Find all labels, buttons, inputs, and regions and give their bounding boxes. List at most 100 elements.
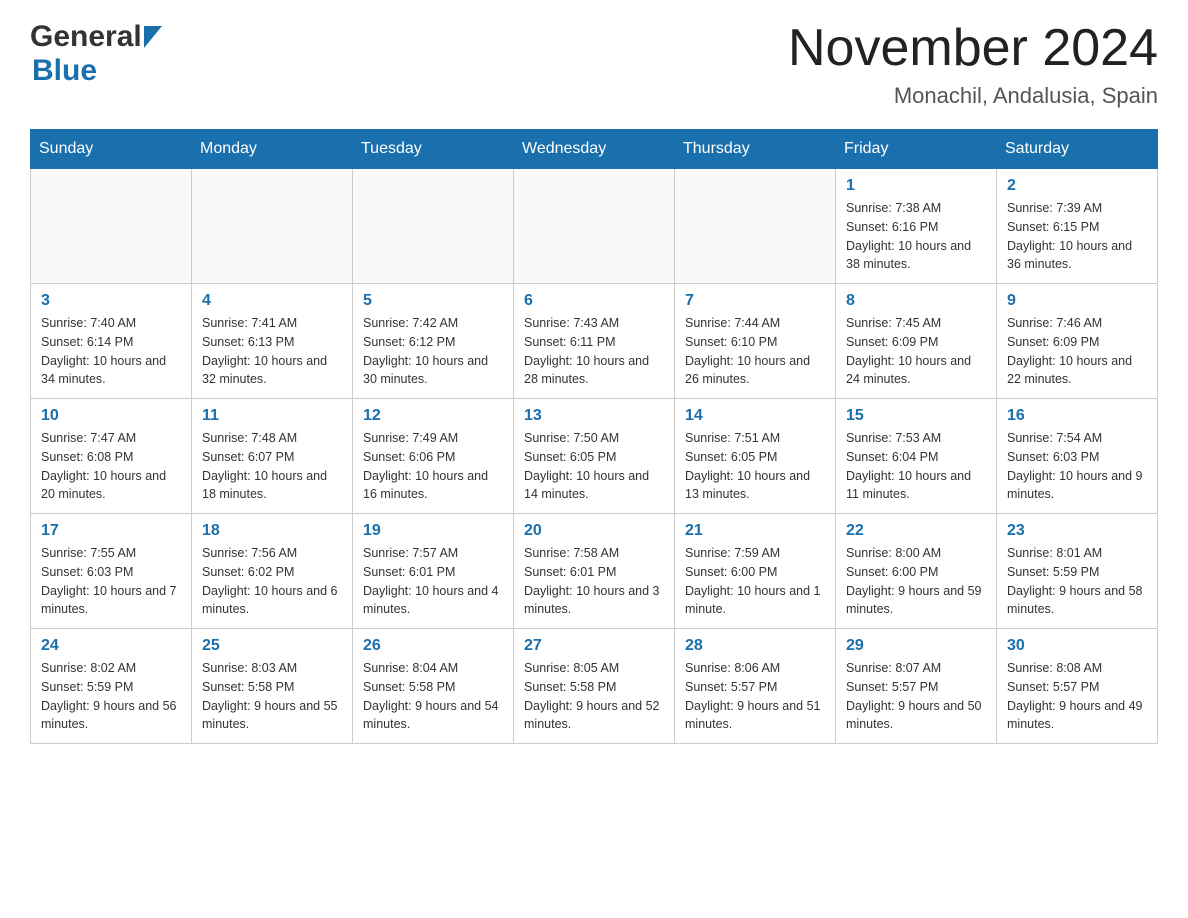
calendar-cell — [675, 169, 836, 284]
calendar-cell: 1 Sunrise: 7:38 AM Sunset: 6:16 PM Daylig… — [836, 169, 997, 284]
day-info: Sunrise: 7:50 AM Sunset: 6:05 PM Dayligh… — [524, 429, 664, 504]
weekday-header-friday: Friday — [836, 130, 997, 169]
logo-triangle-icon — [144, 26, 162, 48]
calendar-cell: 10Sunrise: 7:47 AM Sunset: 6:08 PM Dayli… — [31, 399, 192, 514]
calendar-cell: 4 Sunrise: 7:41 AM Sunset: 6:13 PM Daylig… — [192, 284, 353, 399]
day-number: 30 — [1007, 637, 1147, 655]
day-info: Sunrise: 8:02 AM Sunset: 5:59 PM Dayligh… — [41, 659, 181, 734]
calendar-cell: 9 Sunrise: 7:46 AM Sunset: 6:09 PM Daylig… — [997, 284, 1158, 399]
weekday-header-saturday: Saturday — [997, 130, 1158, 169]
day-number: 27 — [524, 637, 664, 655]
calendar-cell: 11 Sunrise: 7:48 AM Sunset: 6:07 PM Dayli… — [192, 399, 353, 514]
day-number: 12 — [363, 407, 503, 425]
day-number: 17 — [41, 522, 181, 540]
calendar-cell: 29 Sunrise: 8:07 AM Sunset: 5:57 PM Dayli… — [836, 629, 997, 744]
day-number: 19 — [363, 522, 503, 540]
title-block: November 2024 Monachil, Andalusia, Spain — [788, 20, 1158, 109]
day-info: Sunrise: 7:51 AM Sunset: 6:05 PM Dayligh… — [685, 429, 825, 504]
calendar-cell: 23 Sunrise: 8:01 AM Sunset: 5:59 PM Dayli… — [997, 514, 1158, 629]
day-number: 18 — [202, 522, 342, 540]
calendar-cell: 15 Sunrise: 7:53 AM Sunset: 6:04 PM Dayli… — [836, 399, 997, 514]
day-info: Sunrise: 8:01 AM Sunset: 5:59 PM Dayligh… — [1007, 544, 1147, 619]
calendar-cell: 18 Sunrise: 7:56 AM Sunset: 6:02 PM Dayli… — [192, 514, 353, 629]
day-number: 8 — [846, 292, 986, 310]
day-info: Sunrise: 7:59 AM Sunset: 6:00 PM Dayligh… — [685, 544, 825, 619]
day-number: 2 — [1007, 177, 1147, 195]
calendar-cell: 16 Sunrise: 7:54 AM Sunset: 6:03 PM Dayli… — [997, 399, 1158, 514]
day-info: Sunrise: 8:04 AM Sunset: 5:58 PM Dayligh… — [363, 659, 503, 734]
day-info: Sunrise: 7:55 AM Sunset: 6:03 PM Dayligh… — [41, 544, 181, 619]
day-info: Sunrise: 7:40 AM Sunset: 6:14 PM Dayligh… — [41, 314, 181, 389]
calendar-cell: 17 Sunrise: 7:55 AM Sunset: 6:03 PM Dayli… — [31, 514, 192, 629]
day-number: 26 — [363, 637, 503, 655]
day-number: 13 — [524, 407, 664, 425]
day-number: 10 — [41, 407, 181, 425]
logo: General Blue — [30, 20, 162, 88]
calendar-cell: 28Sunrise: 8:06 AM Sunset: 5:57 PM Dayli… — [675, 629, 836, 744]
calendar-cell: 12 Sunrise: 7:49 AM Sunset: 6:06 PM Dayli… — [353, 399, 514, 514]
day-number: 20 — [524, 522, 664, 540]
day-number: 9 — [1007, 292, 1147, 310]
day-info: Sunrise: 8:00 AM Sunset: 6:00 PM Dayligh… — [846, 544, 986, 619]
day-info: Sunrise: 7:49 AM Sunset: 6:06 PM Dayligh… — [363, 429, 503, 504]
day-info: Sunrise: 8:05 AM Sunset: 5:58 PM Dayligh… — [524, 659, 664, 734]
day-info: Sunrise: 7:45 AM Sunset: 6:09 PM Dayligh… — [846, 314, 986, 389]
calendar-cell — [192, 169, 353, 284]
calendar-subtitle: Monachil, Andalusia, Spain — [788, 83, 1158, 109]
day-info: Sunrise: 7:53 AM Sunset: 6:04 PM Dayligh… — [846, 429, 986, 504]
calendar-cell: 6Sunrise: 7:43 AM Sunset: 6:11 PM Daylig… — [514, 284, 675, 399]
calendar-cell: 20 Sunrise: 7:58 AM Sunset: 6:01 PM Dayli… — [514, 514, 675, 629]
calendar-cell: 14 Sunrise: 7:51 AM Sunset: 6:05 PM Dayli… — [675, 399, 836, 514]
week-row-5: 24Sunrise: 8:02 AM Sunset: 5:59 PM Dayli… — [31, 629, 1158, 744]
calendar-cell: 27 Sunrise: 8:05 AM Sunset: 5:58 PM Dayli… — [514, 629, 675, 744]
calendar-cell: 19 Sunrise: 7:57 AM Sunset: 6:01 PM Dayli… — [353, 514, 514, 629]
calendar-cell — [31, 169, 192, 284]
calendar-cell: 21Sunrise: 7:59 AM Sunset: 6:00 PM Dayli… — [675, 514, 836, 629]
day-info: Sunrise: 7:58 AM Sunset: 6:01 PM Dayligh… — [524, 544, 664, 619]
day-info: Sunrise: 8:08 AM Sunset: 5:57 PM Dayligh… — [1007, 659, 1147, 734]
calendar-cell: 7 Sunrise: 7:44 AM Sunset: 6:10 PM Daylig… — [675, 284, 836, 399]
calendar-cell: 25 Sunrise: 8:03 AM Sunset: 5:58 PM Dayli… — [192, 629, 353, 744]
calendar-cell: 5 Sunrise: 7:42 AM Sunset: 6:12 PM Daylig… — [353, 284, 514, 399]
day-number: 7 — [685, 292, 825, 310]
day-number: 5 — [363, 292, 503, 310]
day-info: Sunrise: 7:44 AM Sunset: 6:10 PM Dayligh… — [685, 314, 825, 389]
calendar-cell: 13 Sunrise: 7:50 AM Sunset: 6:05 PM Dayli… — [514, 399, 675, 514]
day-info: Sunrise: 7:39 AM Sunset: 6:15 PM Dayligh… — [1007, 199, 1147, 274]
day-number: 29 — [846, 637, 986, 655]
day-number: 16 — [1007, 407, 1147, 425]
day-number: 4 — [202, 292, 342, 310]
day-info: Sunrise: 7:41 AM Sunset: 6:13 PM Dayligh… — [202, 314, 342, 389]
logo-general-text: General — [30, 20, 142, 54]
week-row-3: 10Sunrise: 7:47 AM Sunset: 6:08 PM Dayli… — [31, 399, 1158, 514]
calendar-cell — [514, 169, 675, 284]
week-row-2: 3Sunrise: 7:40 AM Sunset: 6:14 PM Daylig… — [31, 284, 1158, 399]
calendar-cell — [353, 169, 514, 284]
day-info: Sunrise: 7:42 AM Sunset: 6:12 PM Dayligh… — [363, 314, 503, 389]
calendar-table: SundayMondayTuesdayWednesdayThursdayFrid… — [30, 129, 1158, 744]
calendar-cell: 2 Sunrise: 7:39 AM Sunset: 6:15 PM Daylig… — [997, 169, 1158, 284]
week-row-4: 17 Sunrise: 7:55 AM Sunset: 6:03 PM Dayli… — [31, 514, 1158, 629]
day-info: Sunrise: 7:54 AM Sunset: 6:03 PM Dayligh… — [1007, 429, 1147, 504]
day-number: 1 — [846, 177, 986, 195]
weekday-header-thursday: Thursday — [675, 130, 836, 169]
calendar-cell: 8 Sunrise: 7:45 AM Sunset: 6:09 PM Daylig… — [836, 284, 997, 399]
calendar-cell: 3Sunrise: 7:40 AM Sunset: 6:14 PM Daylig… — [31, 284, 192, 399]
day-info: Sunrise: 7:46 AM Sunset: 6:09 PM Dayligh… — [1007, 314, 1147, 389]
day-number: 14 — [685, 407, 825, 425]
day-info: Sunrise: 7:57 AM Sunset: 6:01 PM Dayligh… — [363, 544, 503, 619]
day-number: 28 — [685, 637, 825, 655]
day-info: Sunrise: 7:56 AM Sunset: 6:02 PM Dayligh… — [202, 544, 342, 619]
day-number: 25 — [202, 637, 342, 655]
day-info: Sunrise: 7:48 AM Sunset: 6:07 PM Dayligh… — [202, 429, 342, 504]
day-number: 23 — [1007, 522, 1147, 540]
day-number: 15 — [846, 407, 986, 425]
day-info: Sunrise: 7:38 AM Sunset: 6:16 PM Dayligh… — [846, 199, 986, 274]
day-number: 11 — [202, 407, 342, 425]
week-row-1: 1 Sunrise: 7:38 AM Sunset: 6:16 PM Daylig… — [31, 169, 1158, 284]
weekday-header-sunday: Sunday — [31, 130, 192, 169]
calendar-cell: 26 Sunrise: 8:04 AM Sunset: 5:58 PM Dayli… — [353, 629, 514, 744]
weekday-header-monday: Monday — [192, 130, 353, 169]
day-info: Sunrise: 8:07 AM Sunset: 5:57 PM Dayligh… — [846, 659, 986, 734]
day-info: Sunrise: 8:03 AM Sunset: 5:58 PM Dayligh… — [202, 659, 342, 734]
